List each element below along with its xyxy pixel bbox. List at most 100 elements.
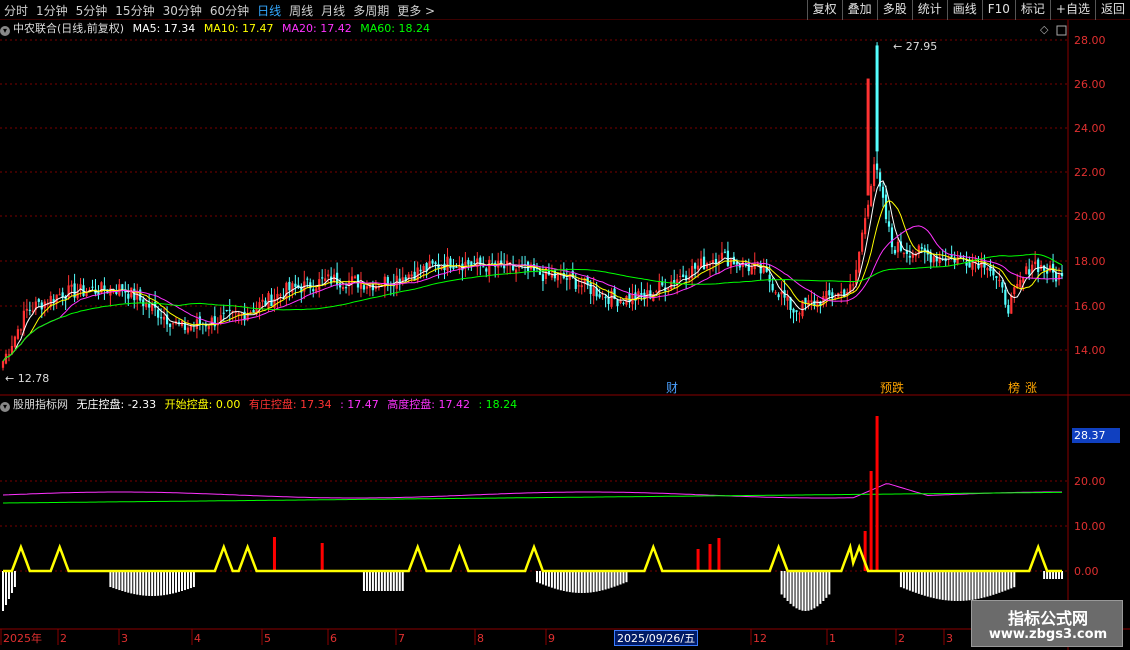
indicator-bar-white (562, 571, 565, 591)
indicator-bar-white (583, 571, 586, 593)
candle-body (693, 263, 697, 269)
indicator-line-magenta (2, 483, 1062, 499)
indicator-bar-white (959, 571, 962, 601)
indicator-bar-white (124, 571, 127, 592)
indicator-bar-white (977, 571, 980, 599)
candle-body (541, 274, 545, 281)
candle-body (267, 293, 270, 308)
candle-body (225, 309, 228, 311)
indicator-bar-white (550, 571, 553, 588)
candle-body (840, 291, 843, 294)
chevron-down-icon[interactable]: ▾ (0, 26, 10, 36)
indicator-bar-red (717, 538, 721, 571)
candle-body (279, 294, 282, 296)
candle-body (294, 283, 297, 287)
indicator-bar-white (1004, 571, 1007, 591)
candle-body (852, 284, 855, 286)
candle-body (285, 282, 288, 299)
candle-body (162, 316, 166, 320)
candle-body (1010, 295, 1013, 314)
indicator-bar-white (828, 571, 831, 595)
indicator-bar-white (112, 571, 115, 589)
indicator-bar-white (571, 571, 574, 593)
stock-title: 中农联合(日线,前复权) (13, 22, 125, 35)
candle-body (828, 290, 831, 296)
indicator-bar-white (822, 571, 825, 601)
indicator-bar-white (362, 571, 365, 591)
candle-body (252, 309, 255, 313)
candle-body (798, 313, 801, 315)
candle-body (774, 292, 777, 294)
chevron-down-icon[interactable]: ▾ (0, 402, 10, 412)
indicator-title: 股朋指标网 (13, 398, 68, 411)
candle-body (70, 284, 73, 287)
indicator-bar-white (136, 571, 139, 595)
indicator-bar-white (577, 571, 580, 593)
indicator-bar-white (157, 571, 160, 596)
candle-body (422, 265, 425, 272)
candle-body (1004, 289, 1007, 305)
indicator-bar-white (401, 571, 404, 591)
indicator-bar-white (825, 571, 828, 598)
indicator-item: 无庄控盘: -2.33 (76, 398, 157, 411)
indicator-bar-white (625, 571, 628, 583)
indicator-bar-white (914, 571, 917, 593)
indicator-bar-red (869, 471, 873, 571)
indicator-item: 高度控盘: 17.42 (387, 398, 470, 411)
kline-chart[interactable]: 28.0026.0024.0022.0020.0018.0016.0014.00… (0, 0, 1130, 650)
indicator-bar-white (792, 571, 795, 607)
indicator-bar-white (151, 571, 154, 596)
candle-body (171, 323, 175, 325)
indicator-line-green (3, 491, 1062, 504)
candle-body (130, 287, 133, 298)
indicator-bar-white (920, 571, 923, 595)
y-tick-label: 14.00 (1074, 344, 1106, 357)
candle-body (771, 283, 774, 291)
indicator-bar-white (392, 571, 395, 591)
candle-body (467, 260, 470, 265)
indicator-bar-white (368, 571, 371, 591)
candle-body (604, 296, 607, 299)
candle-body (13, 336, 17, 347)
candle-body (127, 293, 130, 299)
candle-body (344, 287, 348, 289)
indicator-bar-white (565, 571, 568, 592)
candle-body (455, 267, 458, 269)
indicator-bar-white (13, 571, 16, 587)
indicator-bar-white (544, 571, 547, 586)
candle-body (431, 260, 434, 264)
candle-body (810, 300, 813, 303)
indicator-bar-white (580, 571, 583, 593)
candle-body (565, 278, 568, 280)
indicator-bar-white (601, 571, 604, 591)
y-tick-label: 20.00 (1074, 475, 1106, 488)
indicator-bar-white (616, 571, 619, 586)
candle-body (720, 252, 724, 260)
x-tick-label: 9 (548, 632, 555, 645)
candle-body (270, 294, 273, 307)
indicator-bar-white (145, 571, 148, 596)
candle-body (902, 253, 906, 255)
indicator-bar-white (899, 571, 902, 588)
candle-body (950, 255, 953, 257)
candle-body (861, 232, 864, 252)
indicator-bar-white (589, 571, 592, 593)
indicator-bar-white (547, 571, 550, 587)
indicator-bar-white (148, 571, 151, 596)
indicator-bar-white (911, 571, 914, 592)
x-tick-label: 3 (946, 632, 953, 645)
indicator-item: : 18.24 (478, 398, 518, 411)
indicator-bar-white (980, 571, 983, 599)
candle-body (792, 308, 795, 313)
candle-body (58, 294, 61, 296)
candle-body (777, 294, 780, 298)
main-chart-info: ▾ 中农联合(日线,前复权) MA5: 17.34 MA10: 17.47 MA2… (0, 21, 435, 37)
indicator-bar-white (947, 571, 950, 601)
indicator-bar-white (598, 571, 601, 591)
indicator-bar-white (154, 571, 157, 596)
x-tick-label: 3 (121, 632, 128, 645)
candle-body (1028, 269, 1031, 275)
ma-line-10 (2, 199, 1063, 362)
indicator-bar-white (619, 571, 622, 585)
indicator-item: 开始控盘: 0.00 (164, 398, 241, 411)
